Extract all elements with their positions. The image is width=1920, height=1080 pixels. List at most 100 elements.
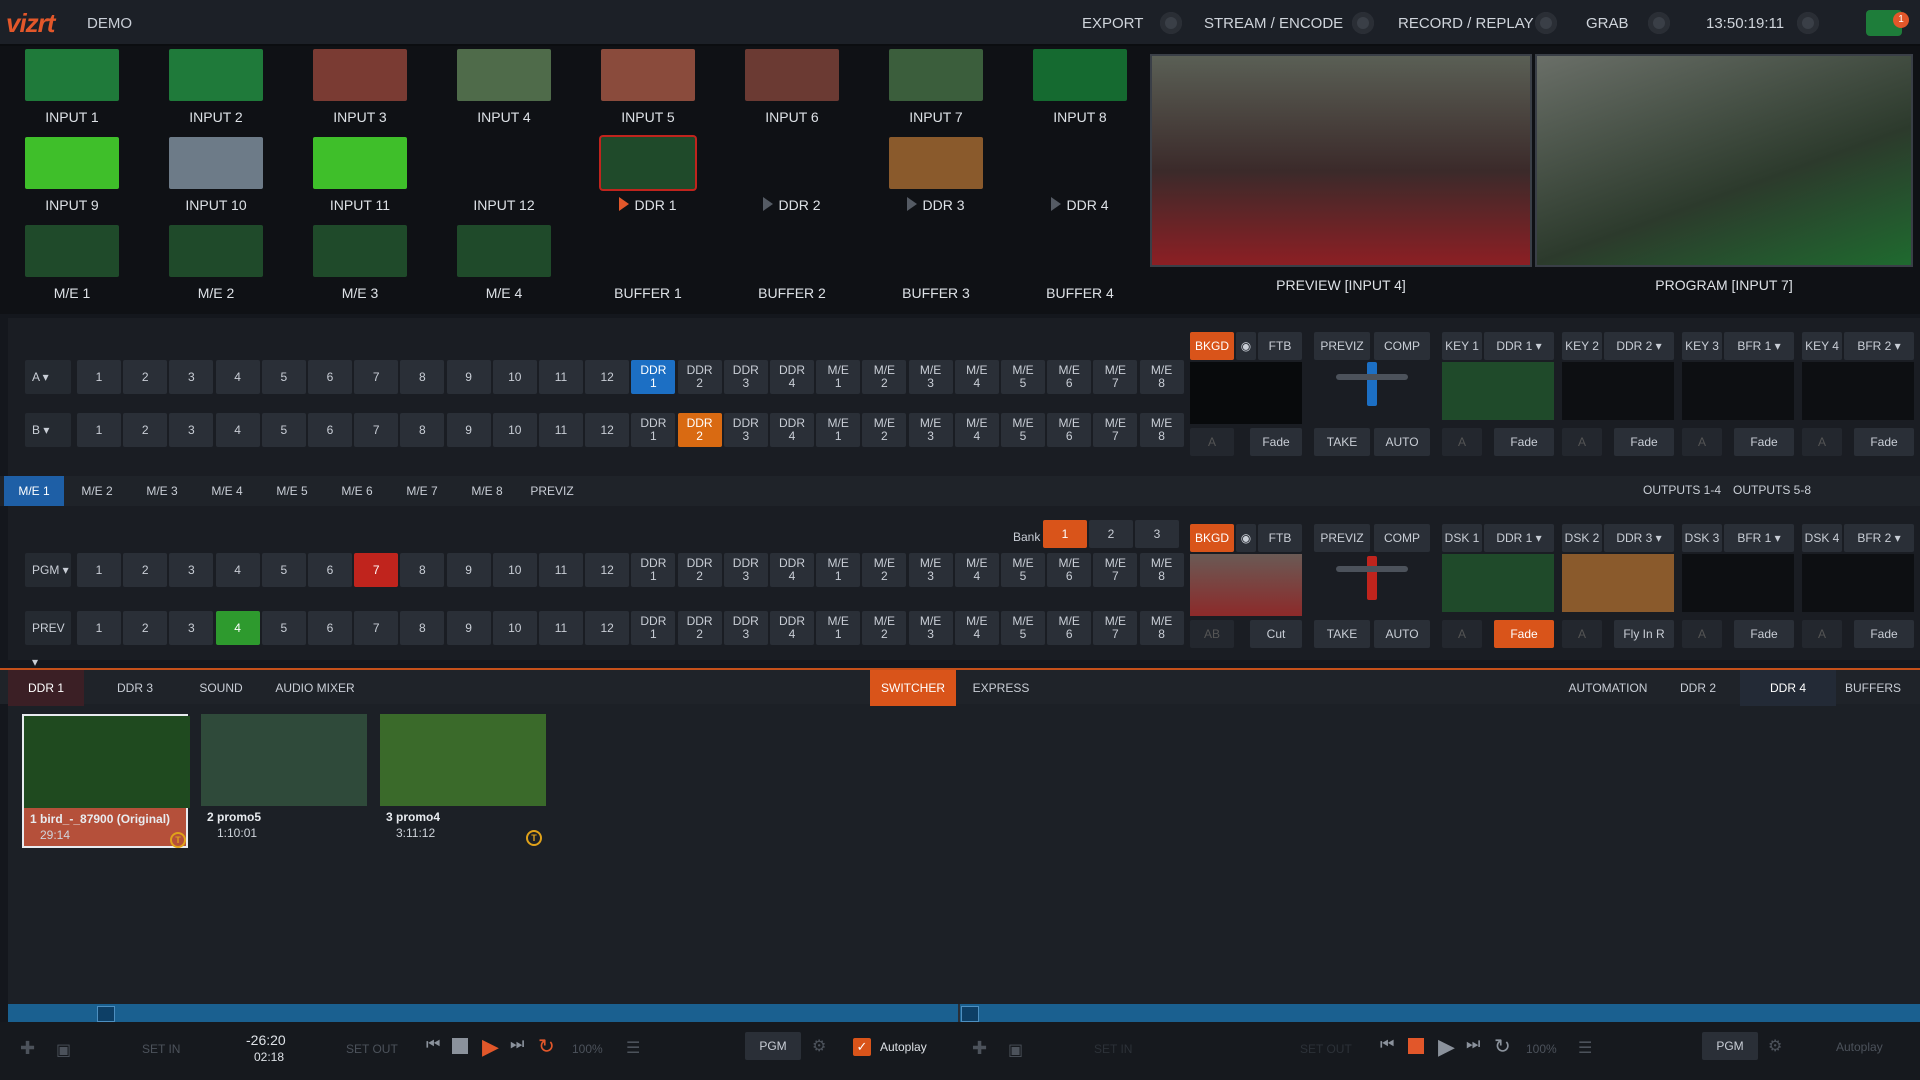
loop-icon[interactable]: ↻ (538, 1034, 555, 1059)
output-gear-icon[interactable]: ⚙ (812, 1036, 826, 1056)
take-button-top[interactable]: TAKE (1314, 428, 1370, 456)
row-a-selector[interactable]: A ▾ (25, 360, 71, 394)
autoplay-checkbox[interactable]: ✓ (853, 1038, 871, 1056)
row-b-button-11[interactable]: 11 (539, 413, 583, 447)
me-tab-me6[interactable]: M/E 6 (326, 476, 388, 506)
comp-button-main[interactable]: COMP (1374, 524, 1430, 552)
row-b-button-12[interactable]: 12 (585, 413, 630, 447)
row-a-button-me7[interactable]: M/E 7 (1093, 360, 1138, 394)
row-a-button-7[interactable]: 7 (354, 360, 399, 394)
outputs-5-8-tab[interactable]: OUTPUTS 5-8 (1733, 483, 1811, 497)
key-source-1[interactable]: DDR 1 ▾ (1484, 332, 1554, 360)
prev-button-10[interactable]: 10 (492, 611, 537, 645)
stream-gear-icon[interactable] (1352, 12, 1374, 34)
bank-button-3[interactable]: 3 (1135, 520, 1179, 548)
prev-button-ddr3[interactable]: DDR 3 (723, 611, 768, 645)
bottom-tab-sound[interactable]: SOUND (186, 670, 256, 706)
prev-button-me6[interactable]: M/E 6 (1047, 611, 1092, 645)
eye-icon-main[interactable]: ◉ (1236, 524, 1256, 552)
source-tile-22[interactable]: BUFFER 2 (720, 225, 864, 309)
source-tile-21[interactable]: BUFFER 1 (576, 225, 720, 309)
prev-button-11[interactable]: 11 (539, 611, 583, 645)
pgm-button-ddr1[interactable]: DDR 1 (631, 553, 676, 587)
row-b-button-5[interactable]: 5 (261, 413, 306, 447)
row-a-button-me5[interactable]: M/E 5 (1001, 360, 1045, 394)
bkgd-button-top[interactable]: BKGD (1190, 332, 1234, 360)
t-bar-main[interactable] (1367, 556, 1377, 600)
row-a-button-4[interactable]: 4 (215, 360, 260, 394)
row-a-button-2[interactable]: 2 (123, 360, 168, 394)
row-b-button-8[interactable]: 8 (400, 413, 445, 447)
row-a-button-ddr1[interactable]: DDR 1 (631, 360, 676, 394)
bottom-tab-ddr-1[interactable]: DDR 1 (8, 670, 84, 706)
clock-gear-icon[interactable] (1797, 12, 1819, 34)
dsk-name-1[interactable]: DSK 1 (1442, 524, 1482, 552)
auto-button-top[interactable]: AUTO (1374, 428, 1430, 456)
source-tile-5[interactable]: INPUT 5 (576, 49, 720, 133)
row-a-button-ddr2[interactable]: DDR 2 (677, 360, 722, 394)
bottom-tab-ddr-4[interactable]: DDR 4 (1740, 670, 1836, 706)
row-b-selector[interactable]: B ▾ (25, 413, 71, 447)
prev-button-4[interactable]: 4 (215, 611, 260, 645)
dsk-transition-1[interactable]: Fade (1494, 620, 1554, 648)
source-tile-8[interactable]: INPUT 8 (1008, 49, 1152, 133)
me-tab-me2[interactable]: M/E 2 (66, 476, 128, 506)
source-tile-15[interactable]: DDR 3 (864, 137, 1008, 221)
pgm-button-me8[interactable]: M/E 8 (1139, 553, 1184, 587)
source-tile-9[interactable]: INPUT 9 (0, 137, 144, 221)
source-tile-17[interactable]: M/E 1 (0, 225, 144, 309)
cut-button-main[interactable]: Cut (1250, 620, 1302, 648)
row-a-button-me2[interactable]: M/E 2 (862, 360, 907, 394)
output-pgm-button[interactable]: PGM (745, 1032, 801, 1060)
row-b-button-me8[interactable]: M/E 8 (1139, 413, 1184, 447)
source-tile-1[interactable]: INPUT 1 (0, 49, 144, 133)
bottom-tab-ddr-3[interactable]: DDR 3 (90, 670, 180, 706)
row-a-button-me8[interactable]: M/E 8 (1139, 360, 1184, 394)
export-gear-icon[interactable] (1160, 12, 1182, 34)
t-bar-top[interactable] (1367, 362, 1377, 406)
source-tile-14[interactable]: DDR 2 (720, 137, 864, 221)
prev-button-12[interactable]: 12 (585, 611, 630, 645)
skip-back-icon-right[interactable]: ⏮ (1380, 1036, 1394, 1054)
pgm-button-me2[interactable]: M/E 2 (862, 553, 907, 587)
source-tile-7[interactable]: INPUT 7 (864, 49, 1008, 133)
eye-icon-top[interactable]: ◉ (1236, 332, 1256, 360)
pgm-button-me3[interactable]: M/E 3 (908, 553, 953, 587)
source-tile-6[interactable]: INPUT 6 (720, 49, 864, 133)
me-tab-me8[interactable]: M/E 8 (456, 476, 518, 506)
t-bar-handle-top[interactable] (1336, 374, 1408, 380)
me-tab-me5[interactable]: M/E 5 (261, 476, 323, 506)
key-source-3[interactable]: BFR 1 ▾ (1724, 332, 1794, 360)
key-transition-3[interactable]: Fade (1734, 428, 1794, 456)
stop-icon-right[interactable] (1408, 1038, 1424, 1054)
row-b-button-me4[interactable]: M/E 4 (954, 413, 999, 447)
dsk-transition-3[interactable]: Fade (1734, 620, 1794, 648)
key-transition-4[interactable]: Fade (1854, 428, 1914, 456)
row-b-button-9[interactable]: 9 (446, 413, 491, 447)
pgm-button-me5[interactable]: M/E 5 (1001, 553, 1045, 587)
bank-button-2[interactable]: 2 (1089, 520, 1133, 548)
skip-back-icon[interactable]: ⏮ (426, 1036, 440, 1054)
dsk-transition-4[interactable]: Fade (1854, 620, 1914, 648)
source-tile-11[interactable]: INPUT 11 (288, 137, 432, 221)
pgm-button-5[interactable]: 5 (261, 553, 306, 587)
source-tile-2[interactable]: INPUT 2 (144, 49, 288, 133)
set-in-button-right[interactable]: SET IN (1094, 1042, 1132, 1056)
key-name-3[interactable]: KEY 3 (1682, 332, 1722, 360)
prev-button-me2[interactable]: M/E 2 (862, 611, 907, 645)
prev-button-2[interactable]: 2 (123, 611, 168, 645)
ftb-button-top[interactable]: FTB (1258, 332, 1302, 360)
scrub-handle-left[interactable] (97, 1006, 115, 1022)
prev-button-me1[interactable]: M/E 1 (816, 611, 861, 645)
row-b-button-me1[interactable]: M/E 1 (816, 413, 861, 447)
bottom-tab-buffers[interactable]: BUFFERS (1840, 670, 1906, 706)
row-a-button-10[interactable]: 10 (492, 360, 537, 394)
row-a-button-me3[interactable]: M/E 3 (908, 360, 953, 394)
dsk-transition-2[interactable]: Fly In R (1614, 620, 1674, 648)
prev-button-6[interactable]: 6 (308, 611, 352, 645)
auto-button-main[interactable]: AUTO (1374, 620, 1430, 648)
row-a-button-me6[interactable]: M/E 6 (1047, 360, 1092, 394)
source-tile-23[interactable]: BUFFER 3 (864, 225, 1008, 309)
play-icon[interactable]: ▶ (482, 1034, 499, 1060)
previz-button-main[interactable]: PREVIZ (1314, 524, 1370, 552)
